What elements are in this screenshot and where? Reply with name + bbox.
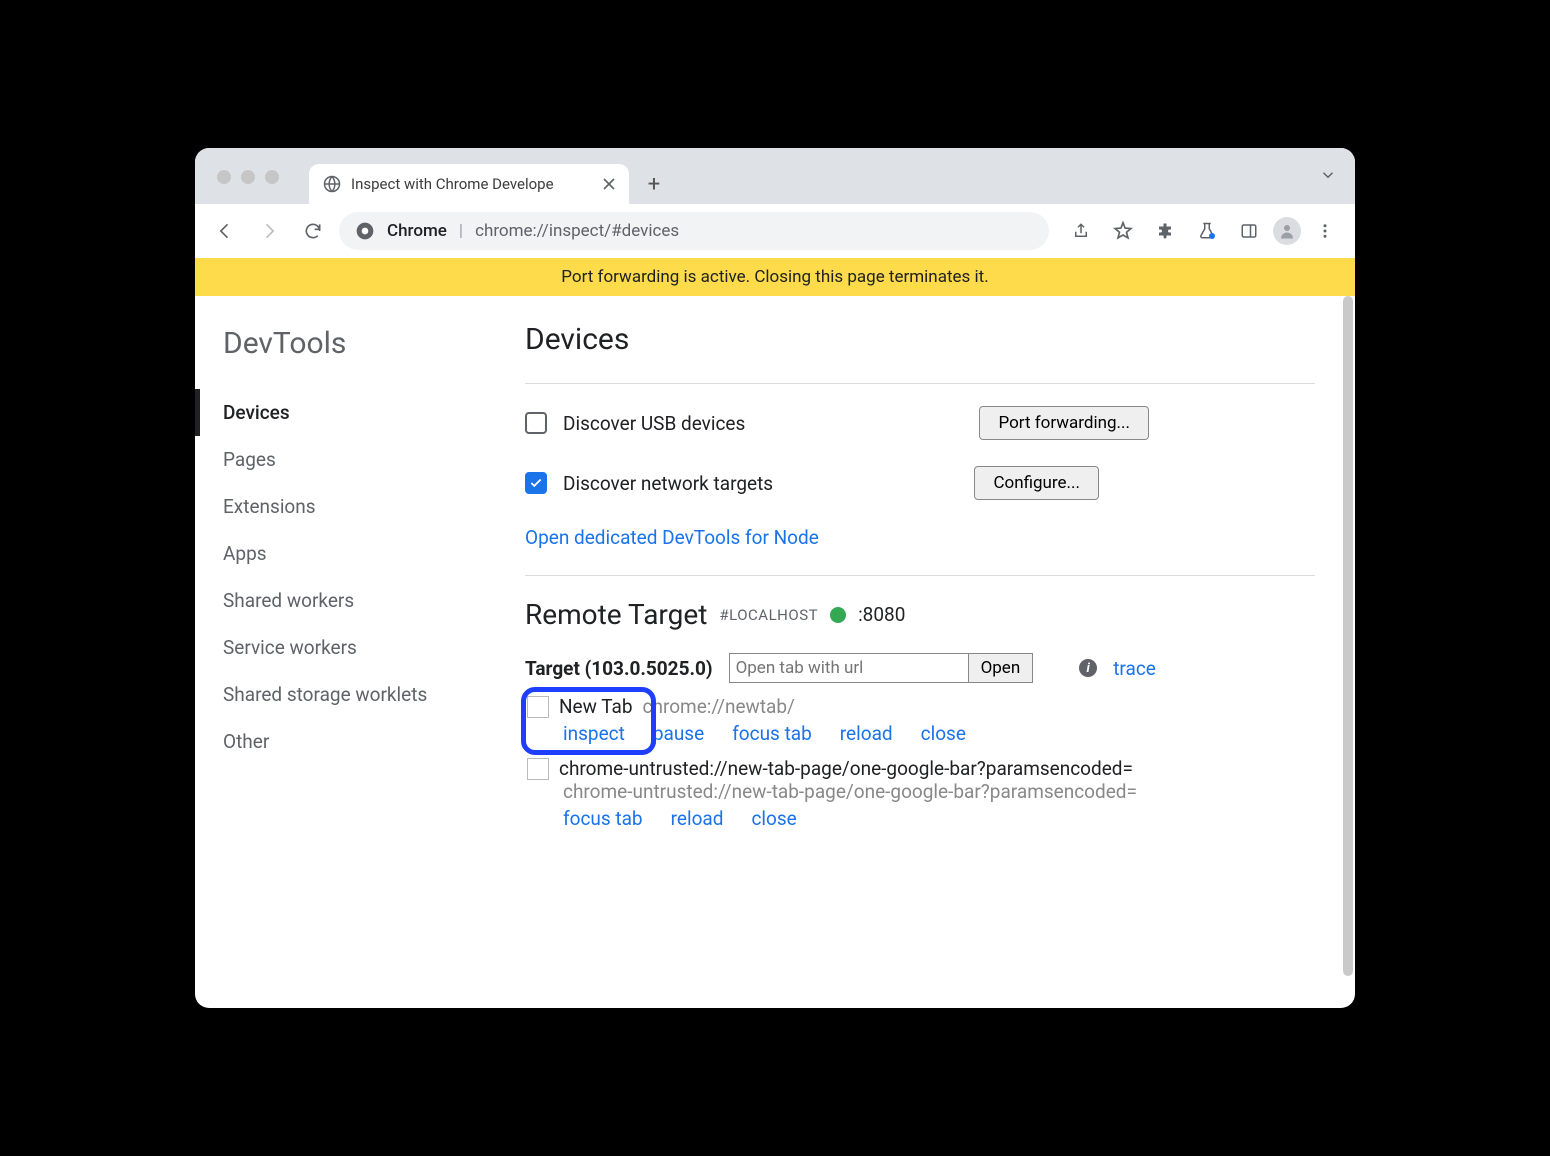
browser-tab[interactable]: Inspect with Chrome Develope [309, 164, 629, 204]
trace-link[interactable]: trace [1113, 657, 1156, 680]
back-button[interactable] [207, 213, 243, 249]
window-controls [217, 170, 279, 184]
action-reload[interactable]: reload [671, 807, 724, 830]
sidebar-item-other[interactable]: Other [195, 718, 525, 765]
target-entry: New Tab chrome://newtab/inspect pause focu… [527, 695, 1315, 745]
sidebar-item-apps[interactable]: Apps [195, 530, 525, 577]
share-icon[interactable] [1063, 213, 1099, 249]
remote-target-heading: Remote Target #LOCALHOST :8080 [525, 598, 1315, 631]
close-window-icon[interactable] [217, 170, 231, 184]
remote-target-title: Remote Target [525, 598, 707, 631]
address-bar[interactable]: Chrome | chrome://inspect/#devices [339, 212, 1049, 250]
port-forwarding-button[interactable]: Port forwarding... [979, 406, 1149, 440]
url-scheme: Chrome [387, 221, 447, 241]
discover-usb-row: Discover USB devices Port forwarding... [525, 406, 1315, 440]
entry-url: chrome://newtab/ [643, 695, 795, 718]
info-icon[interactable]: i [1079, 659, 1097, 677]
sidebar-item-shared-storage-worklets[interactable]: Shared storage worklets [195, 671, 525, 718]
action-focus-tab[interactable]: focus tab [563, 807, 643, 830]
target-row: Target (103.0.5025.0) Open i trace [525, 653, 1315, 683]
separator [525, 575, 1315, 576]
action-close[interactable]: close [921, 722, 966, 745]
sidebar-item-pages[interactable]: Pages [195, 436, 525, 483]
close-tab-icon[interactable] [603, 178, 615, 190]
open-tab-url-input[interactable] [729, 653, 969, 683]
entry-title: chrome-untrusted://new-tab-page/one-goog… [559, 757, 1133, 780]
extensions-icon[interactable] [1147, 213, 1183, 249]
remote-port: :8080 [858, 603, 905, 626]
entry-title: New Tab [559, 695, 633, 718]
new-tab-button[interactable]: + [637, 167, 671, 201]
sidebar-title: DevTools [195, 326, 525, 361]
action-close[interactable]: close [751, 807, 796, 830]
minimize-window-icon[interactable] [241, 170, 255, 184]
discover-network-label: Discover network targets [563, 472, 958, 495]
page-heading: Devices [525, 322, 1315, 357]
sidebar-item-service-workers[interactable]: Service workers [195, 624, 525, 671]
remote-target-subtitle: #LOCALHOST [719, 606, 818, 624]
sidebar-item-shared-workers[interactable]: Shared workers [195, 577, 525, 624]
discover-usb-label: Discover USB devices [563, 412, 963, 435]
favicon-icon [527, 758, 549, 780]
separator [525, 383, 1315, 384]
panel-icon[interactable] [1231, 213, 1267, 249]
entry-url: chrome-untrusted://new-tab-page/one-goog… [563, 780, 1315, 803]
target-version: Target (103.0.5025.0) [525, 657, 713, 680]
reload-button[interactable] [295, 213, 331, 249]
favicon-icon [527, 696, 549, 718]
menu-icon[interactable] [1307, 213, 1343, 249]
action-pause[interactable]: pause [653, 722, 704, 745]
tab-title: Inspect with Chrome Develope [351, 175, 593, 193]
action-reload[interactable]: reload [840, 722, 893, 745]
scrollbar[interactable] [1343, 296, 1353, 976]
profile-avatar[interactable] [1273, 217, 1301, 245]
action-focus-tab[interactable]: focus tab [732, 722, 812, 745]
titlebar: Inspect with Chrome Develope + [195, 148, 1355, 204]
globe-icon [323, 175, 341, 193]
toolbar: Chrome | chrome://inspect/#devices [195, 204, 1355, 258]
maximize-window-icon[interactable] [265, 170, 279, 184]
forward-button[interactable] [251, 213, 287, 249]
node-devtools-link[interactable]: Open dedicated DevTools for Node [525, 526, 819, 549]
tabs-chevron-icon[interactable] [1319, 166, 1337, 184]
sidebar-item-devices[interactable]: Devices [195, 389, 525, 436]
configure-button[interactable]: Configure... [974, 466, 1099, 500]
bookmark-icon[interactable] [1105, 213, 1141, 249]
page-content: DevTools DevicesPagesExtensionsAppsShare… [195, 296, 1355, 1008]
sidebar-item-extensions[interactable]: Extensions [195, 483, 525, 530]
url-path: chrome://inspect/#devices [475, 221, 679, 241]
target-entry: chrome-untrusted://new-tab-page/one-goog… [527, 757, 1315, 830]
url-divider: | [459, 221, 463, 241]
labs-icon[interactable] [1189, 213, 1225, 249]
sidebar: DevTools DevicesPagesExtensionsAppsShare… [195, 296, 525, 1008]
status-dot-icon [830, 607, 846, 623]
open-button[interactable]: Open [968, 653, 1034, 683]
discover-usb-checkbox[interactable] [525, 412, 547, 434]
discover-network-checkbox[interactable] [525, 472, 547, 494]
action-inspect[interactable]: inspect [563, 722, 625, 745]
browser-window: Inspect with Chrome Develope + Chrome | … [195, 148, 1355, 1008]
chrome-icon [355, 221, 375, 241]
port-forwarding-banner: Port forwarding is active. Closing this … [195, 258, 1355, 296]
discover-network-row: Discover network targets Configure... [525, 466, 1315, 500]
main-panel: Devices Discover USB devices Port forwar… [525, 296, 1355, 1008]
